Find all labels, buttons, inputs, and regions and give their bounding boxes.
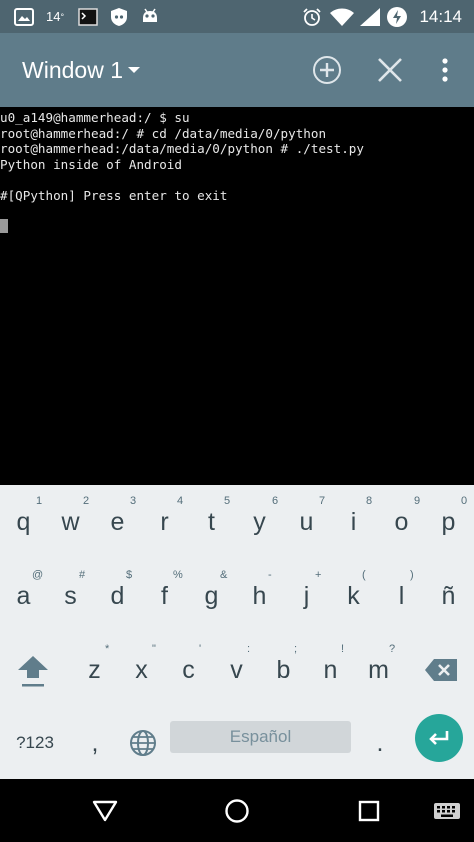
key-n[interactable]: ! n	[307, 633, 354, 707]
key-l[interactable]: ) l	[378, 559, 425, 633]
back-button[interactable]	[80, 779, 130, 842]
android-icon	[140, 0, 160, 33]
signal-icon	[360, 0, 380, 33]
window-selector[interactable]: Window 1	[22, 33, 141, 107]
home-icon	[224, 798, 250, 824]
key-x[interactable]: " x	[118, 633, 165, 707]
terminal-line: root@hammerhead:/data/media/0/python # .…	[0, 141, 364, 156]
dropdown-caret-icon	[127, 65, 141, 75]
key-g[interactable]: & g	[188, 559, 235, 633]
back-icon	[92, 800, 118, 822]
window-title: Window 1	[22, 56, 123, 83]
key-j[interactable]: + j	[283, 559, 330, 633]
status-clock: 14:14	[419, 6, 462, 26]
key-p[interactable]: 0p	[425, 485, 472, 559]
shift-icon	[16, 652, 50, 688]
key-r[interactable]: 4r	[141, 485, 188, 559]
terminal-line: u0_a149@hammerhead:/ $ su	[0, 110, 190, 125]
shift-key[interactable]	[0, 633, 66, 707]
wifi-icon	[330, 0, 354, 33]
backspace-key[interactable]	[408, 633, 474, 707]
home-button[interactable]	[212, 779, 262, 842]
overflow-menu-icon	[442, 58, 448, 82]
key-h[interactable]: -h	[236, 559, 283, 633]
key-b[interactable]: ; b	[260, 633, 307, 707]
key-f[interactable]: % f	[141, 559, 188, 633]
screenshot-icon	[14, 0, 34, 33]
key-s[interactable]: # s	[47, 559, 94, 633]
close-window-icon	[377, 57, 403, 83]
enter-key[interactable]	[415, 714, 463, 762]
key-t[interactable]: 5t	[188, 485, 235, 559]
overflow-menu-button[interactable]	[430, 33, 460, 107]
key-w[interactable]: 2w	[47, 485, 94, 559]
terminal-output[interactable]: u0_a149@hammerhead:/ $ su root@hammerhea…	[0, 107, 474, 485]
soft-keyboard: 1q 2w 3e 4r 5t 6y 7u 8i 9o 0p @ a # s $ d %…	[0, 485, 474, 779]
key-k[interactable]: (k	[330, 559, 377, 633]
terminal-icon	[78, 0, 98, 33]
key-c[interactable]: ' c	[165, 633, 212, 707]
recents-button[interactable]	[344, 779, 394, 842]
key-z[interactable]: * z	[71, 633, 118, 707]
terminal-line: Python inside of Android	[0, 156, 182, 172]
period-key[interactable]: .	[355, 707, 405, 779]
alarm-icon	[302, 0, 322, 33]
keyboard-switch-button[interactable]	[430, 779, 464, 842]
add-window-button[interactable]	[306, 33, 348, 107]
add-window-icon	[312, 55, 342, 85]
language-key[interactable]	[120, 707, 166, 779]
key-i[interactable]: 8i	[330, 485, 377, 559]
backspace-icon	[424, 658, 458, 682]
terminal-line: root@hammerhead:/ # cd /data/media/0/pyt…	[0, 125, 327, 141]
key-q[interactable]: 1q	[0, 485, 47, 559]
key-m[interactable]: ? m	[355, 633, 402, 707]
symbols-key[interactable]: ?123	[0, 707, 70, 779]
terminal-cursor	[0, 219, 8, 233]
action-bar: Window 1	[0, 33, 474, 107]
shield-icon	[110, 0, 128, 33]
keyboard-switch-icon	[433, 802, 461, 820]
key-n-tilde[interactable]: ñ	[425, 559, 472, 633]
key-o[interactable]: 9o	[378, 485, 425, 559]
status-bar: 14 ° 14:14	[0, 0, 474, 33]
space-bar[interactable]: Español	[170, 721, 351, 753]
key-a[interactable]: @ a	[0, 559, 47, 633]
notification-count-suffix: °	[60, 11, 65, 22]
globe-icon	[129, 729, 157, 757]
close-window-button[interactable]	[370, 33, 410, 107]
key-e[interactable]: 3e	[94, 485, 141, 559]
recents-icon	[358, 800, 380, 822]
notification-count: 14	[46, 9, 61, 24]
enter-icon	[427, 729, 451, 747]
key-y[interactable]: 6y	[236, 485, 283, 559]
key-u[interactable]: 7u	[283, 485, 330, 559]
comma-key[interactable]: ,	[70, 707, 120, 779]
navigation-bar	[0, 779, 474, 842]
key-d[interactable]: $ d	[94, 559, 141, 633]
terminal-line: #[QPython] Press enter to exit	[0, 187, 228, 203]
data-saver-icon	[386, 0, 408, 33]
key-v[interactable]: :v	[213, 633, 260, 707]
